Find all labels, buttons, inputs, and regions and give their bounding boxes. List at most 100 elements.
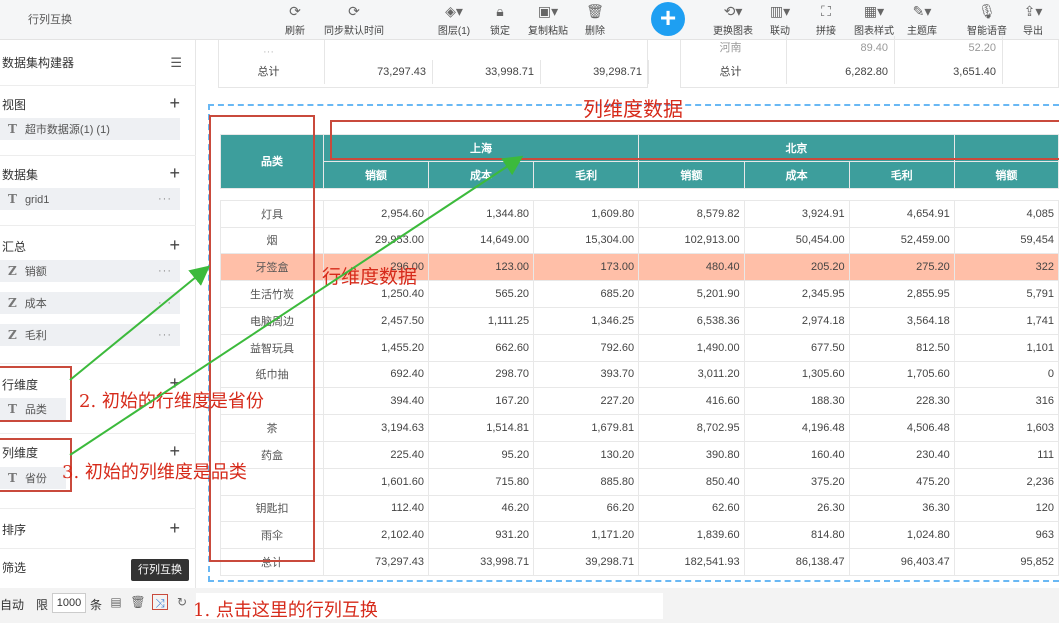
measure-header[interactable]: 毛利 — [533, 160, 640, 189]
number-type-icon: Z — [8, 264, 17, 278]
more-icon[interactable]: ··· — [158, 188, 172, 210]
value-cell: 715.80 — [427, 467, 535, 496]
splice-button[interactable]: ⛶ 拼接 — [812, 2, 840, 38]
linkage-button[interactable]: ▥▾ 联动 — [766, 2, 794, 38]
value-cell: 52,459.00 — [848, 226, 955, 255]
add-dataset-icon[interactable]: + — [169, 164, 180, 182]
reload-icon[interactable]: ↻ — [174, 594, 190, 610]
summary-field[interactable]: Z 毛利 ··· — [0, 324, 180, 346]
theme-library-button[interactable]: ✎▾ 主题库 — [904, 2, 940, 38]
value-cell: 228.30 — [848, 387, 955, 416]
layers-icon: ◈▾ — [445, 3, 463, 19]
value-cell: 963 — [953, 521, 1059, 550]
measure-header[interactable]: 成本 — [427, 160, 535, 189]
table-row[interactable]: 雨伞 2,102.40 931.20 1,171.20 1,839.60 814.80 1,… — [220, 521, 1059, 550]
value-cell: 2,102.40 — [322, 521, 429, 550]
export-icon: ⇪▾ — [1023, 3, 1043, 19]
value-cell: 677.50 — [743, 333, 850, 362]
more-icon[interactable]: ··· — [158, 292, 172, 314]
table-row[interactable]: 电脑周边 2,457.50 1,111.25 1,346.25 6,538.36 2,97… — [220, 306, 1059, 335]
bottom-bar: 自动 限 1000 条 ▤ 🗑︎ ⤨ ↻ — [0, 588, 1059, 623]
refresh-icon: ⟳ — [289, 3, 301, 19]
value-cell: 3,194.63 — [322, 414, 429, 442]
value-cell: 692.40 — [322, 360, 429, 389]
value-cell: 1,609.80 — [533, 199, 640, 228]
summary-field[interactable]: Z 销额 ··· — [0, 260, 180, 282]
auto-label[interactable]: 自动 — [0, 596, 24, 613]
trash-icon[interactable]: 🗑︎ — [130, 594, 146, 610]
table-row[interactable]: 1,601.60 715.80 885.80 850.40 375.20 475.20 2,… — [220, 467, 1059, 496]
swap-row-column-icon[interactable]: ⤨ — [152, 594, 168, 610]
view-field[interactable]: T 超市数据源(1) (1) — [0, 118, 180, 140]
add-summary-icon[interactable]: + — [169, 236, 180, 254]
table-row[interactable]: 益智玩具 1,455.20 662.60 792.60 1,490.00 677.50 81… — [220, 333, 1059, 362]
table-row[interactable]: 灯具 2,954.60 1,344.80 1,609.80 8,579.82 3,924.… — [220, 199, 1059, 228]
linkage-icon: ▥▾ — [769, 3, 791, 19]
change-chart-button[interactable]: ⟲▾ 更换图表 — [710, 2, 756, 38]
value-cell: 160.40 — [743, 440, 850, 469]
value-cell: 120 — [953, 494, 1059, 523]
table-row[interactable]: 药盒 225.40 95.20 130.20 390.80 160.40 230.40 111 — [220, 440, 1059, 469]
measure-header[interactable]: 毛利 — [848, 160, 955, 189]
measure-header[interactable]: 销额 — [322, 160, 429, 189]
pivot-table: 品类 上海 北京 销额 成本 毛利 销额 成本 毛利 销额 灯具 2,954.60… — [220, 134, 1059, 576]
measure-header[interactable]: 销额 — [953, 160, 1059, 189]
value-cell: 230.40 — [848, 440, 955, 469]
value-cell: 5,201.90 — [638, 280, 745, 308]
collapse-menu-icon[interactable]: ☰ — [170, 48, 182, 78]
value-cell: 1,305.60 — [743, 360, 850, 389]
table-row[interactable]: 总计 73,297.43 33,998.71 39,298.71 182,541.93 8… — [220, 548, 1059, 576]
value-cell: 1,346.25 — [533, 306, 640, 335]
more-icon[interactable]: ··· — [158, 260, 172, 282]
value-cell: 1,603 — [953, 414, 1059, 442]
dataset-field[interactable]: Tgrid1 ··· — [0, 188, 180, 210]
value-cell: 3,924.91 — [743, 199, 850, 228]
value-cell: 2,954.60 — [322, 199, 429, 228]
value-cell: 188.30 — [743, 387, 850, 416]
more-icon[interactable]: ··· — [158, 324, 172, 346]
value-cell: 86,138.47 — [743, 548, 850, 576]
add-sort-icon[interactable]: + — [169, 519, 180, 537]
swap-tooltip: 行列互换 — [131, 559, 189, 581]
copy-paste-button[interactable]: ▣▾ 复制粘贴 — [524, 2, 572, 38]
refresh-button[interactable]: ⟳ 刷新 — [280, 2, 310, 38]
value-cell: 565.20 — [427, 280, 535, 308]
value-cell: 62.60 — [638, 494, 745, 523]
table-row[interactable]: 钥匙扣 112.40 46.20 66.20 62.60 26.30 36.30 120 — [220, 494, 1059, 523]
value-cell: 182,541.93 — [638, 548, 745, 576]
measure-header[interactable]: 销额 — [638, 160, 745, 189]
value-cell: 1,490.00 — [638, 333, 745, 362]
step2-annotation: 2. 初始的行维度是省份 — [79, 391, 264, 412]
summary-field[interactable]: Z 成本 ··· — [0, 292, 180, 314]
add-view-icon[interactable]: + — [169, 94, 180, 112]
value-cell: 375.20 — [743, 467, 850, 496]
table-row[interactable]: 烟 29,953.00 14,649.00 15,304.00 102,913.00 50… — [220, 226, 1059, 255]
value-cell: 1,741 — [953, 306, 1059, 335]
table-row[interactable]: 茶 3,194.63 1,514.81 1,679.81 8,702.95 4,196.4… — [220, 414, 1059, 442]
value-cell: 59,454 — [953, 226, 1059, 255]
value-cell: 1,679.81 — [533, 414, 640, 442]
value-cell: 275.20 — [848, 253, 955, 282]
smart-voice-button[interactable]: 🎙︎ 智能语音 — [964, 2, 1010, 38]
value-cell: 8,579.82 — [638, 199, 745, 228]
measure-header[interactable]: 成本 — [743, 160, 850, 189]
table-row[interactable]: 纸巾抽 692.40 298.70 393.70 3,011.20 1,305.60 1,7… — [220, 360, 1059, 389]
value-cell: 850.40 — [638, 467, 745, 496]
export-button[interactable]: ⇪▾ 导出 — [1018, 2, 1048, 38]
limit-input[interactable]: 1000 — [52, 593, 86, 613]
row-dimension-field-box — [0, 366, 72, 422]
value-cell: 1,514.81 — [427, 414, 535, 442]
step3-annotation: 3. 初始的列维度是品类 — [62, 462, 247, 483]
value-cell: 8,702.95 — [638, 414, 745, 442]
value-cell: 5,791 — [953, 280, 1059, 308]
lock-button[interactable]: 🔒︎ 锁定 — [487, 2, 513, 38]
chart-style-button[interactable]: ▦▾ 图表样式 — [850, 2, 898, 38]
table-row[interactable]: 394.40 167.20 227.20 416.60 188.30 228.30 316 — [220, 387, 1059, 416]
value-cell: 1,111.25 — [427, 306, 535, 335]
add-component-button[interactable]: + — [651, 2, 685, 36]
value-cell: 2,855.95 — [848, 280, 955, 308]
chart-icon[interactable]: ▤ — [108, 594, 124, 610]
delete-button[interactable]: 🗑︎ 删除 — [582, 2, 608, 38]
layer-button[interactable]: ◈▾ 图层(1) — [436, 2, 472, 38]
sync-default-time-button[interactable]: ⟳ 同步默认时间 — [320, 2, 388, 38]
